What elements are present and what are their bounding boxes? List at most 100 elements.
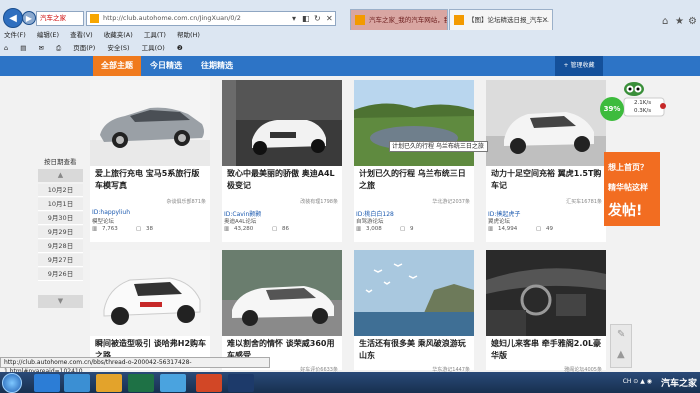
system-tray[interactable]: CH ⊙ ▲ ◉	[623, 378, 652, 385]
date-item[interactable]: 9月30日	[38, 212, 83, 225]
menu-bar: 文件(F) 编辑(E) 查看(V) 收藏夹(A) 工具(T) 帮助(H)	[4, 29, 209, 39]
view-count: 3,008	[366, 226, 382, 232]
start-button[interactable]	[2, 373, 22, 393]
excel-icon[interactable]	[128, 374, 154, 392]
url-text: http://club.autohome.com.cn/JingXuan/0/2	[103, 14, 241, 22]
menu-view[interactable]: 查看(V)	[70, 31, 93, 39]
menu-file[interactable]: 文件(F)	[4, 31, 26, 39]
chrome-taskbar-icon[interactable]	[96, 374, 122, 392]
menu-help[interactable]: 帮助(H)	[177, 31, 200, 39]
date-up-arrow-icon[interactable]: ▲	[38, 169, 83, 182]
date-item[interactable]: 9月29日	[38, 226, 83, 239]
post-category: 杂谈俱乐部871条	[166, 199, 206, 205]
search-dropdown-icon[interactable]: ▾	[292, 11, 296, 26]
browser-taskbar-icon[interactable]	[160, 374, 186, 392]
post-thumbnail[interactable]	[90, 250, 210, 336]
stop-icon[interactable]: ✕	[326, 11, 333, 26]
ad-banner[interactable]: 想上首页？ 精华帖这样 发帖!	[604, 152, 660, 226]
powerpoint-icon[interactable]	[196, 374, 222, 392]
post-thumbnail[interactable]	[354, 250, 474, 336]
tab-today-picks[interactable]: 今日精选	[150, 56, 182, 76]
ad-line-2: 精华帖这样	[608, 183, 648, 192]
manage-favorites-button[interactable]: + 管理收藏	[555, 56, 603, 76]
close-tab-icon[interactable]: ✕	[542, 10, 548, 30]
date-item[interactable]: 9月26日	[38, 268, 83, 281]
post-card[interactable]: 媳妇儿来客串 牵手雅阁2.0L豪华版 雅阁论坛4005条	[486, 250, 606, 373]
view-count: 43,280	[234, 226, 254, 232]
post-thumbnail[interactable]	[354, 80, 474, 166]
post-title[interactable]: 计划已久的行程 乌兰布统三日之旅	[359, 168, 471, 192]
ie-taskbar-icon[interactable]	[34, 374, 60, 392]
post-card[interactable]: 瞬间被造型吸引 谈哈弗H2购车之路	[90, 250, 210, 370]
top-navigation: 全部主题 今日精选 往期精选 + 管理收藏	[0, 56, 700, 76]
post-thumbnail[interactable]	[486, 80, 606, 166]
browser-chrome: ◀ ▶ 汽车之家 http://club.autohome.com.cn/Jin…	[0, 0, 700, 56]
back-to-top-icon[interactable]: ▲	[617, 349, 625, 360]
page-menu[interactable]: 页面(P)	[73, 44, 95, 52]
back-button[interactable]: ◀	[3, 8, 23, 28]
forum-name[interactable]: 翼虎论坛	[488, 217, 510, 225]
forum-name[interactable]: 模型论坛	[92, 217, 114, 225]
watermark-text: 汽车之家	[660, 379, 697, 389]
mail-icon[interactable]: ✉	[38, 44, 43, 52]
post-thumbnail[interactable]	[222, 250, 342, 336]
post-card[interactable]: 爱上旅行充电 宝马5系旅行版车模写真 杂谈俱乐部871条 ID:happyliu…	[90, 80, 210, 242]
safety-menu[interactable]: 安全(S)	[107, 44, 129, 52]
post-thumbnail[interactable]	[222, 80, 342, 166]
print-icon[interactable]: ⎙	[56, 44, 61, 52]
views-icon: ▥	[356, 226, 362, 232]
menu-tools[interactable]: 工具(T)	[144, 31, 166, 39]
post-thumbnail[interactable]	[486, 250, 606, 336]
memory-percent-badge[interactable]: 39%	[600, 97, 624, 121]
photoshop-icon[interactable]	[228, 374, 254, 392]
menu-favorites[interactable]: 收藏夹(A)	[104, 31, 133, 39]
date-item[interactable]: 10月2日	[38, 184, 83, 197]
post-card[interactable]: 计划已久的行程 乌兰布统三日之旅 华北游记2037条 ID:桃白白128 自驾游…	[354, 80, 474, 242]
forum-name[interactable]: 奥迪A4L论坛	[224, 217, 256, 225]
post-card[interactable]: 生活还有很多美 乘风破浪游玩山东 华东游记1447条	[354, 250, 474, 373]
post-card[interactable]: 难以割舍的情怀 谈荣威360用车感受 好车评价6633条	[222, 250, 342, 373]
post-category: 改装有理1798条	[300, 199, 338, 205]
reply-icon: ▢	[136, 226, 142, 232]
forward-button[interactable]: ▶	[22, 11, 36, 25]
date-item[interactable]: 9月28日	[38, 240, 83, 253]
post-title[interactable]: 媳妇儿来客串 牵手雅阁2.0L豪华版	[491, 338, 603, 362]
home-icon[interactable]: ⌂	[4, 44, 8, 52]
refresh-icon[interactable]: ↻	[314, 11, 321, 26]
post-thumbnail[interactable]	[90, 80, 210, 166]
home-icon[interactable]: ⌂	[662, 16, 668, 27]
command-bar: ⌂ ▤ ✉ ⎙ 页面(P) 安全(S) 工具(O) ❷	[4, 42, 193, 54]
view-count: 7,763	[102, 226, 118, 232]
reply-icon: ▢	[536, 226, 542, 232]
date-down-arrow-icon[interactable]: ▼	[38, 295, 83, 308]
author-id[interactable]: ID:happyliuh	[92, 209, 130, 216]
tab-all-topics[interactable]: 全部主题	[93, 56, 141, 76]
post-title[interactable]: 生活还有很多美 乘风破浪游玩山东	[359, 338, 471, 362]
post-card[interactable]: 动力十足空间充裕 翼虎1.5T购车记 汇买车16781条 ID:揍起虎子 翼虎论…	[486, 80, 606, 242]
tab-autohome-home[interactable]: 汽车之家_我的汽车网站，我的...	[350, 9, 448, 30]
tab-forum-daily[interactable]: 【图】论坛精选日报_汽车... ✕	[449, 9, 553, 30]
reply-count: 49	[546, 226, 553, 232]
views-icon: ▥	[488, 226, 494, 232]
reply-count: 9	[410, 226, 414, 232]
taskbar: CH ⊙ ▲ ◉ 汽车之家	[0, 372, 700, 393]
feeds-icon[interactable]: ▤	[20, 44, 26, 52]
address-bar[interactable]: http://club.autohome.com.cn/JingXuan/0/2	[86, 11, 336, 26]
post-title[interactable]: 爱上旅行充电 宝马5系旅行版车模写真	[95, 168, 207, 192]
cloud-app-icon[interactable]	[64, 374, 90, 392]
post-title[interactable]: 动力十足空间充裕 翼虎1.5T购车记	[491, 168, 603, 192]
gear-icon[interactable]: ⚙	[688, 16, 697, 27]
post-card[interactable]: 致心中最美丽的骄傲 奥迪A4L极变记 改装有理1798条 ID:Cavin颢颢 …	[222, 80, 342, 242]
help-icon[interactable]: ❷	[177, 44, 183, 52]
favorites-star-icon[interactable]: ★	[675, 16, 684, 27]
views-icon: ▥	[92, 226, 98, 232]
forum-name[interactable]: 自驾游论坛	[356, 217, 384, 225]
compat-view-icon[interactable]: ◧	[302, 11, 310, 26]
menu-edit[interactable]: 编辑(E)	[37, 31, 59, 39]
tab-past-picks[interactable]: 往期精选	[201, 56, 233, 76]
feedback-icon[interactable]: ✎	[617, 329, 625, 340]
date-item[interactable]: 10月1日	[38, 198, 83, 211]
tools-menu[interactable]: 工具(O)	[142, 44, 165, 52]
date-item[interactable]: 9月27日	[38, 254, 83, 267]
post-title[interactable]: 致心中最美丽的骄傲 奥迪A4L极变记	[227, 168, 339, 192]
